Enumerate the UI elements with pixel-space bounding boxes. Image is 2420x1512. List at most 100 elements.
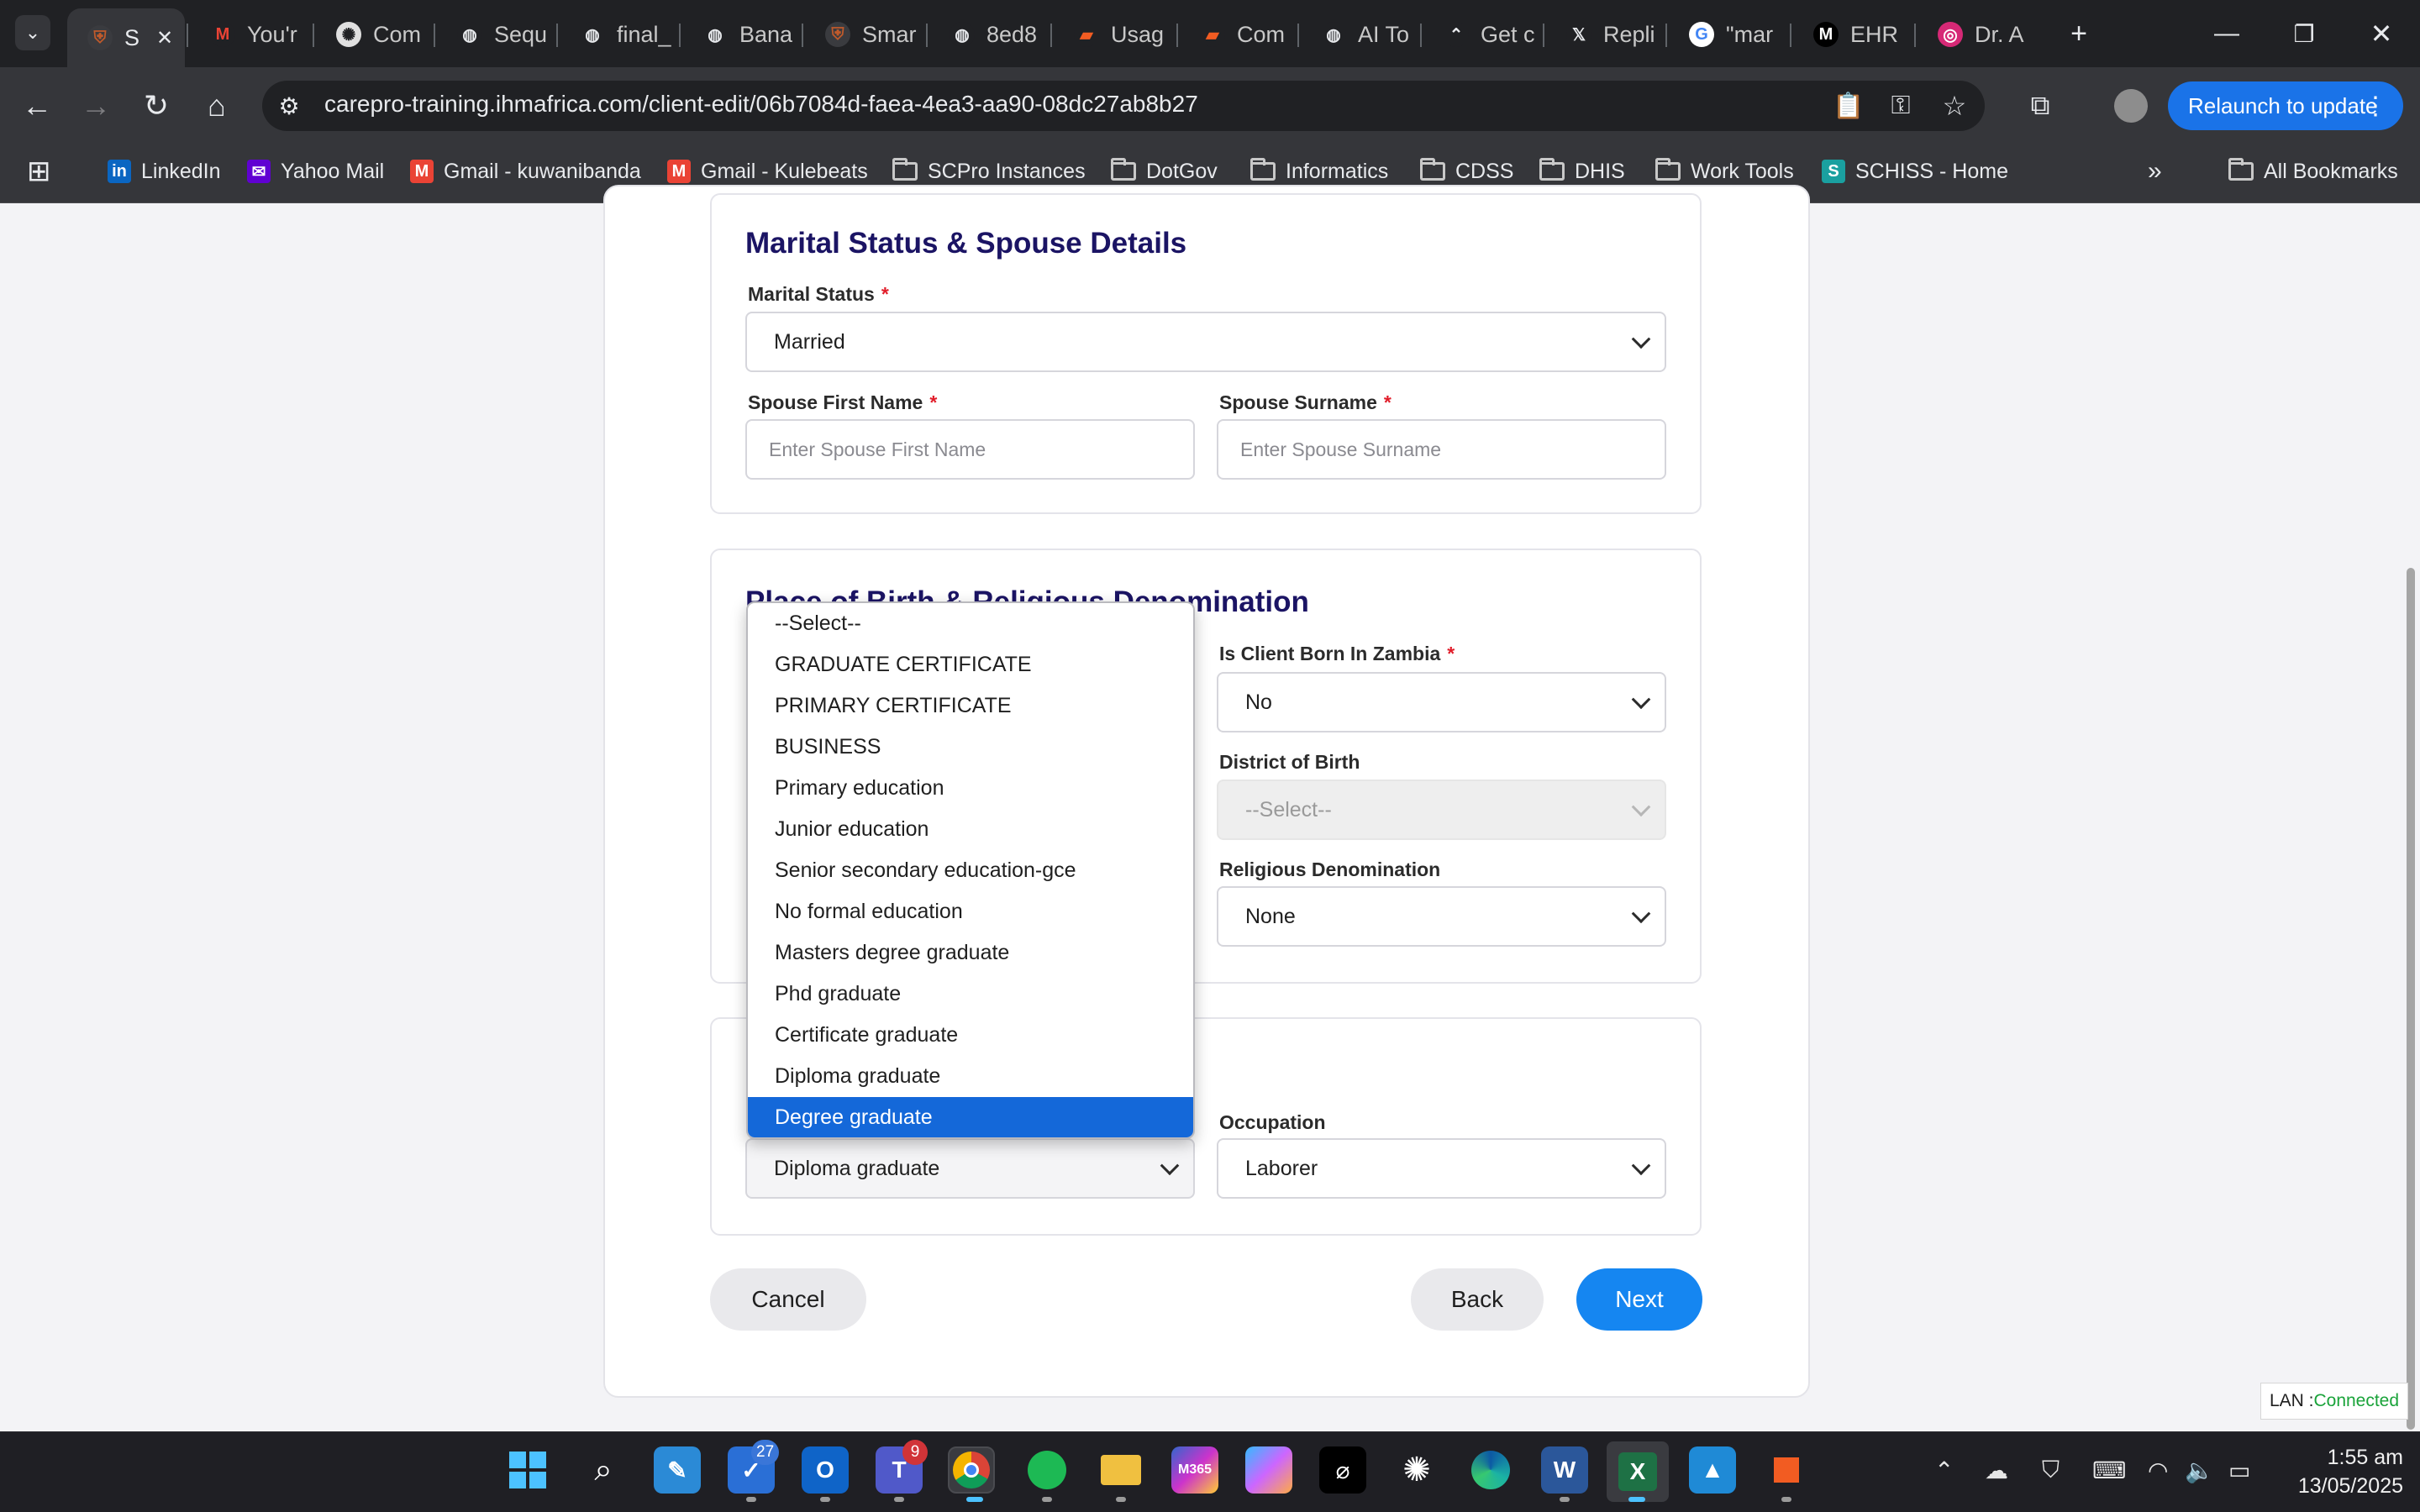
education-option[interactable]: GRADUATE CERTIFICATE: [748, 644, 1193, 685]
education-option[interactable]: Degree graduate: [748, 1097, 1193, 1137]
clock-date: 13/05/2025: [2297, 1474, 2403, 1498]
reload-icon[interactable]: ↻: [138, 87, 175, 124]
file-explorer-icon[interactable]: [1097, 1446, 1144, 1494]
browser-tab[interactable]: ◍ Bana: [682, 12, 800, 57]
chrome-icon[interactable]: [948, 1446, 995, 1494]
bookmark-item[interactable]: Work Tools: [1655, 155, 1794, 188]
education-option[interactable]: Diploma graduate: [748, 1056, 1193, 1097]
browser-tab[interactable]: ⛨ S ✕: [67, 8, 185, 67]
all-bookmarks[interactable]: All Bookmarks: [2228, 155, 2398, 188]
occupation-select[interactable]: Laborer: [1217, 1138, 1666, 1199]
keyboard-icon[interactable]: ⌨: [2092, 1457, 2126, 1484]
bookmark-star-icon[interactable]: ☆: [1936, 87, 1973, 124]
back-arrow-icon[interactable]: ←: [18, 87, 55, 124]
next-button[interactable]: Next: [1576, 1268, 1702, 1331]
profile-avatar-icon[interactable]: [2112, 87, 2149, 124]
home-icon[interactable]: ⌂: [198, 87, 235, 124]
browser-tab[interactable]: 𝕏 Repli: [1546, 12, 1664, 57]
education-select[interactable]: Diploma graduate: [745, 1138, 1195, 1199]
linkedin-icon: in: [108, 160, 131, 183]
outlook-icon[interactable]: O: [802, 1446, 849, 1494]
browser-tab[interactable]: G "mar: [1669, 12, 1786, 57]
bookmark-item[interactable]: SCPro Instances: [892, 155, 1086, 188]
education-option[interactable]: BUSINESS: [748, 727, 1193, 768]
browser-tab[interactable]: ◍ final_: [560, 12, 677, 57]
education-option[interactable]: Junior education: [748, 809, 1193, 850]
education-dropdown-list[interactable]: --Select-- GRADUATE CERTIFICATE PRIMARY CE…: [746, 601, 1195, 1139]
windows-start-icon[interactable]: [504, 1446, 551, 1494]
spouse-surname-input[interactable]: Enter Spouse Surname: [1217, 419, 1666, 480]
browser-tab[interactable]: M EHR: [1793, 12, 1911, 57]
browser-tab[interactable]: ▰ Usag: [1054, 12, 1171, 57]
more-bookmarks-icon[interactable]: »: [2148, 155, 2162, 188]
chatgpt-icon[interactable]: ✺: [1393, 1446, 1440, 1494]
cancel-button[interactable]: Cancel: [710, 1268, 866, 1331]
volume-icon[interactable]: 🔈: [2185, 1457, 2214, 1484]
bookmark-item[interactable]: CDSS: [1420, 155, 1513, 188]
widgets-icon[interactable]: ✎: [654, 1446, 701, 1494]
cursor-app-icon[interactable]: ⌀: [1319, 1446, 1366, 1494]
bookmark-item[interactable]: S SCHISS - Home: [1822, 155, 2008, 188]
site-info-icon[interactable]: ⚙: [271, 87, 308, 124]
page-scrollbar[interactable]: [2407, 568, 2415, 1430]
onedrive-icon[interactable]: ☁: [1985, 1457, 2008, 1484]
chevron-up-icon[interactable]: ⌃: [1934, 1457, 1954, 1484]
browser-tab[interactable]: ◍ AI To: [1301, 12, 1418, 57]
wifi-icon[interactable]: ◠: [2148, 1457, 2168, 1484]
microsoft-365-icon[interactable]: M365: [1171, 1446, 1218, 1494]
excel-taskbar-slot[interactable]: X: [1607, 1441, 1669, 1502]
bookmark-item[interactable]: DHIS: [1539, 155, 1625, 188]
new-tab-icon[interactable]: +: [2060, 15, 2097, 52]
restore-icon[interactable]: ❐: [2286, 15, 2323, 52]
bookmark-item[interactable]: in LinkedIn: [108, 155, 221, 188]
education-option[interactable]: No formal education: [748, 891, 1193, 932]
tab-search-icon[interactable]: ⌄: [15, 15, 50, 50]
clock[interactable]: 1:55 am 13/05/2025: [2289, 1443, 2403, 1500]
bookmark-item[interactable]: M Gmail - Kulebeats: [667, 155, 868, 188]
copilot-icon[interactable]: [1245, 1446, 1292, 1494]
education-option[interactable]: PRIMARY CERTIFICATE: [748, 685, 1193, 727]
defender-icon[interactable]: ⛉: [2042, 1457, 2060, 1484]
photos-icon[interactable]: ▲: [1689, 1446, 1736, 1494]
forward-arrow-icon[interactable]: →: [77, 87, 114, 124]
browser-tab[interactable]: ◎ Dr. A: [1918, 12, 2035, 57]
browser-tab[interactable]: ⌃ Get c: [1423, 12, 1541, 57]
born-in-zambia-select[interactable]: No: [1217, 672, 1666, 732]
close-window-icon[interactable]: ✕: [2363, 15, 2400, 52]
gmail-icon: M: [210, 22, 235, 47]
browser-tab[interactable]: ▰ Com: [1180, 12, 1297, 57]
education-option[interactable]: Senior secondary education-gce: [748, 850, 1193, 891]
spouse-first-name-input[interactable]: Enter Spouse First Name: [745, 419, 1195, 480]
excel-icon: X: [1618, 1452, 1657, 1491]
battery-icon[interactable]: ▭: [2228, 1457, 2250, 1484]
education-option[interactable]: Primary education: [748, 768, 1193, 809]
close-tab-icon[interactable]: ✕: [156, 26, 173, 50]
word-icon[interactable]: W: [1541, 1446, 1588, 1494]
edge-icon[interactable]: [1467, 1446, 1514, 1494]
spotify-icon[interactable]: [1023, 1446, 1071, 1494]
browser-tab[interactable]: M You'r: [190, 12, 308, 57]
marital-status-select[interactable]: Married: [745, 312, 1666, 372]
back-button[interactable]: Back: [1411, 1268, 1544, 1331]
clipboard-icon[interactable]: 📋: [1830, 87, 1867, 124]
bookmark-item[interactable]: M Gmail - kuwanibanda: [410, 155, 641, 188]
browser-tab[interactable]: ✺ Com: [316, 12, 434, 57]
extensions-icon[interactable]: ⧉: [2022, 87, 2059, 124]
browser-tab[interactable]: ⛨ Smar: [805, 12, 923, 57]
religious-denomination-select[interactable]: None: [1217, 886, 1666, 947]
orange-app-icon[interactable]: [1763, 1446, 1810, 1494]
password-key-icon[interactable]: ⚿: [1882, 87, 1919, 124]
education-option[interactable]: Masters degree graduate: [748, 932, 1193, 974]
education-option[interactable]: Certificate graduate: [748, 1015, 1193, 1056]
browser-tab[interactable]: ◍ Sequ: [437, 12, 555, 57]
education-option[interactable]: Phd graduate: [748, 974, 1193, 1015]
bookmark-item[interactable]: DotGov: [1111, 155, 1218, 188]
minimize-icon[interactable]: —: [2208, 15, 2245, 52]
browser-tab[interactable]: ◍ 8ed8: [929, 12, 1047, 57]
relaunch-button[interactable]: Relaunch to update ⋮: [2168, 81, 2403, 130]
apps-grid-icon[interactable]: ⊞: [27, 155, 51, 188]
bookmark-item[interactable]: ✉ Yahoo Mail: [247, 155, 384, 188]
bookmark-item[interactable]: Informatics: [1250, 155, 1388, 188]
search-icon[interactable]: ⌕: [580, 1446, 627, 1494]
education-option[interactable]: --Select--: [748, 603, 1193, 644]
